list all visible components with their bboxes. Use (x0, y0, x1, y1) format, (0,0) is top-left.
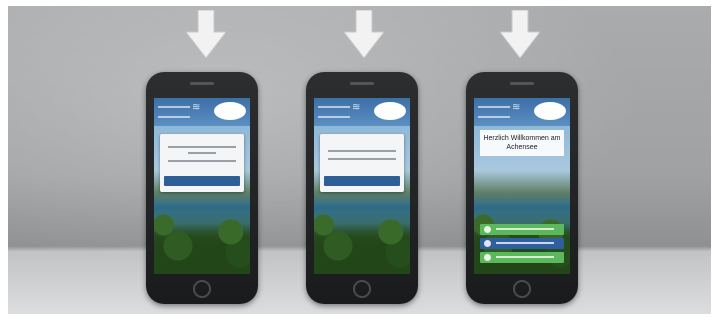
dialog-ok-button[interactable] (324, 176, 400, 186)
wifi-icon: ≋ (352, 102, 361, 113)
trees (314, 204, 410, 274)
header-text (158, 106, 190, 118)
phone-screen: ≋ Herzlich Willkommen am Achensee (474, 98, 570, 274)
phone-1: ≋ (146, 72, 258, 304)
phone-3: ≋ Herzlich Willkommen am Achensee (466, 72, 578, 304)
phone-screen: ≋ (154, 98, 250, 274)
speaker (190, 82, 214, 85)
dialog-text-line (168, 160, 236, 162)
wifi-icon: ≋ (512, 102, 521, 113)
menu-button-2[interactable] (480, 238, 564, 249)
welcome-text: Herzlich Willkommen am Achensee (483, 135, 561, 151)
dialog-ok-button[interactable] (164, 176, 240, 186)
down-arrow-icon (186, 10, 226, 58)
phone-screen: ≋ (314, 98, 410, 274)
brand-logo (374, 102, 406, 120)
home-button[interactable] (353, 280, 371, 298)
speaker (350, 82, 374, 85)
dialog-text-line (328, 158, 396, 160)
speaker (510, 82, 534, 85)
header-text (478, 106, 510, 118)
app-header: ≋ (314, 98, 410, 126)
app-header: ≋ (154, 98, 250, 126)
wifi-icon: ≋ (192, 102, 201, 113)
dialog-text-line (168, 146, 236, 148)
header-text (318, 106, 350, 118)
home-button[interactable] (513, 280, 531, 298)
menu-icon (484, 254, 491, 261)
menu-button-3[interactable] (480, 252, 564, 263)
menu-label-line (496, 242, 554, 244)
brand-logo (214, 102, 246, 120)
brand-logo (534, 102, 566, 120)
menu-label-line (496, 256, 554, 258)
menu-button-1[interactable] (480, 224, 564, 235)
menu-icon (484, 226, 491, 233)
menu-label-line (496, 228, 554, 230)
down-arrow-icon (344, 10, 384, 58)
trees (154, 204, 250, 274)
dialog-text-line (188, 152, 216, 154)
dialog-text-line (328, 150, 396, 152)
menu-icon (484, 240, 491, 247)
phone-2: ≋ (306, 72, 418, 304)
welcome-card: Herzlich Willkommen am Achensee (480, 130, 564, 156)
down-arrow-icon (500, 10, 540, 58)
consent-dialog (320, 134, 404, 192)
home-button[interactable] (193, 280, 211, 298)
app-header: ≋ (474, 98, 570, 126)
consent-dialog (160, 134, 244, 192)
